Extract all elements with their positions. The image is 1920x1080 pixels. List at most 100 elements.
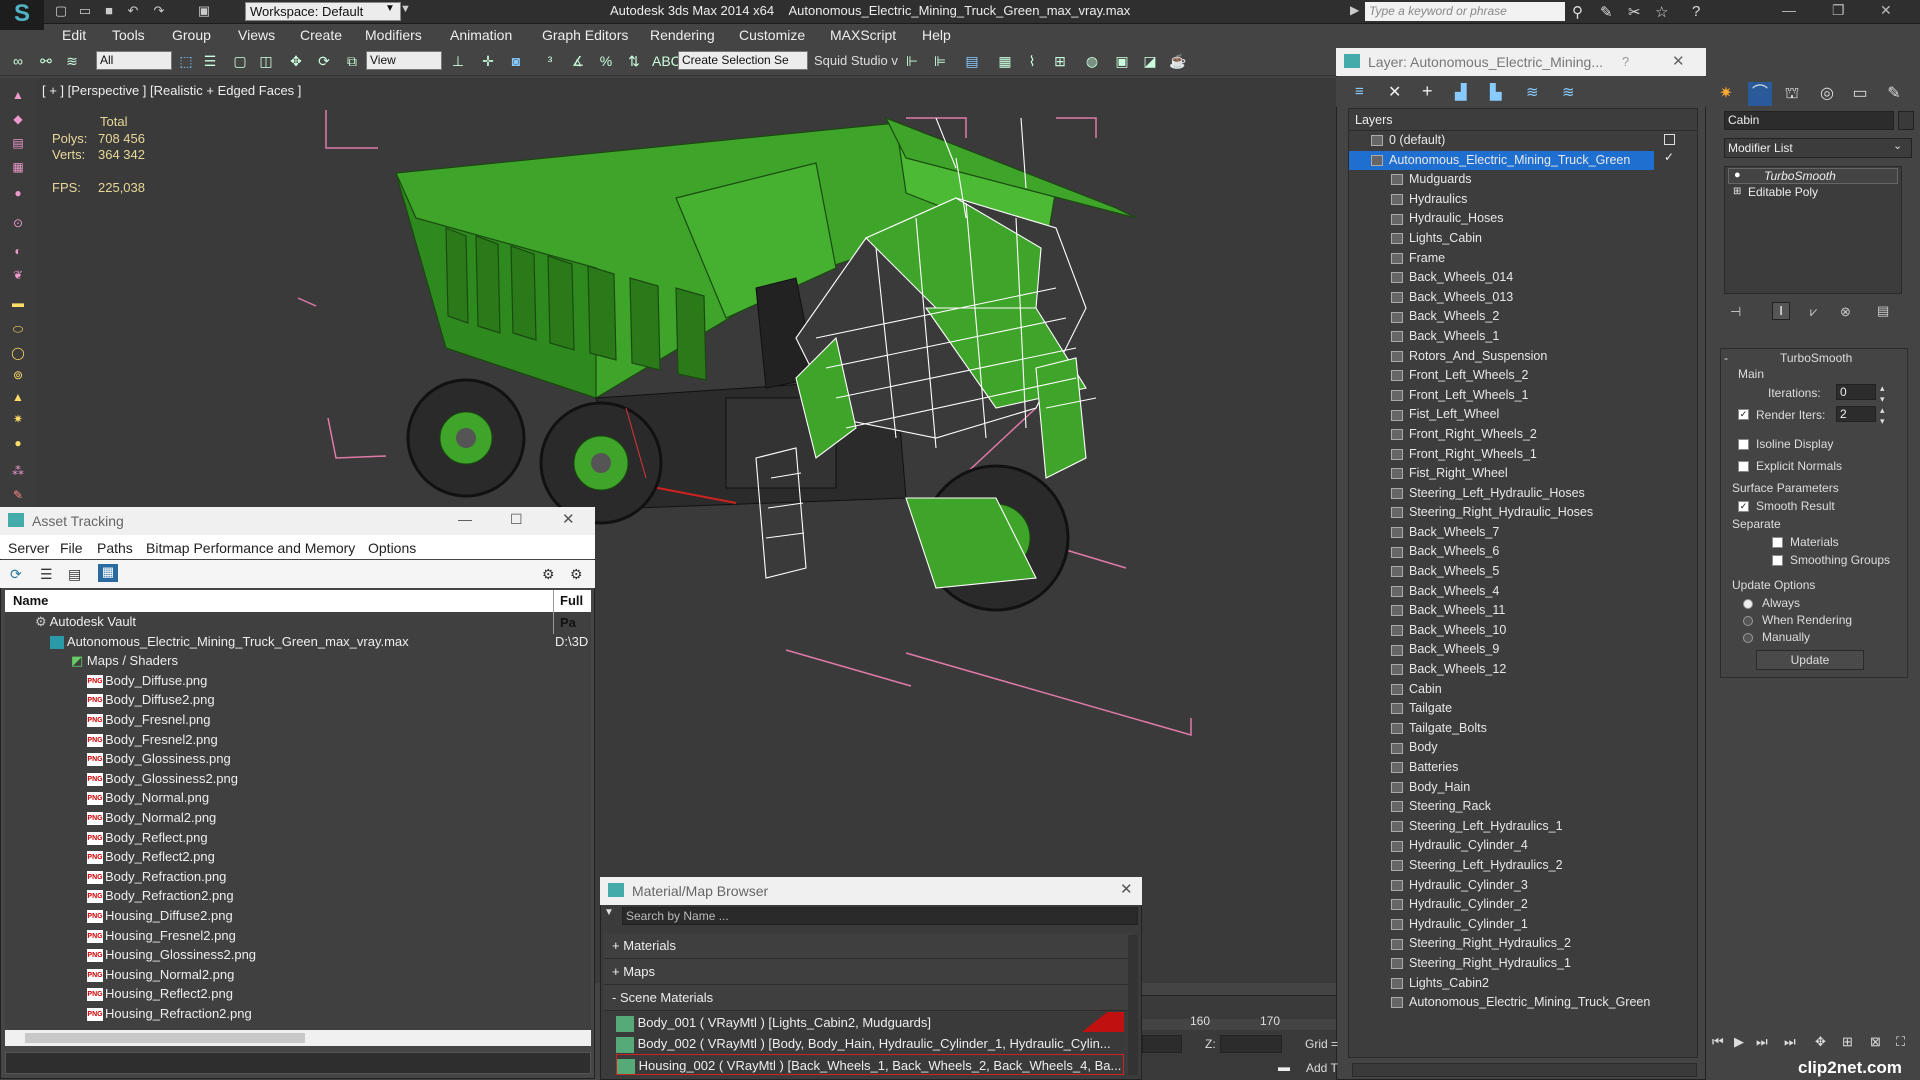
close-icon[interactable]: ✕ — [1120, 880, 1133, 898]
side-tool-icon-6[interactable]: ⊙ — [8, 216, 28, 232]
map-file-row[interactable]: PNG Body_Diffuse.png — [5, 671, 591, 691]
side-tool-icon-11[interactable]: ◯ — [8, 346, 28, 362]
asset-tracking-title[interactable]: Asset Tracking — [0, 507, 595, 535]
window-crossing-icon[interactable]: ◫ — [256, 51, 276, 71]
vault-row[interactable]: ⚙ Autodesk Vault — [5, 612, 591, 632]
scene-material-row-selected[interactable]: Housing_002 ( VRayMtl ) [Back_Wheels_1, … — [616, 1054, 1124, 1075]
menu-animation[interactable]: Animation — [450, 27, 512, 43]
default-layer-current-box[interactable] — [1664, 134, 1675, 145]
stack-label-editable-poly[interactable]: Editable Poly — [1748, 185, 1818, 199]
layer-row[interactable]: Hydraulic_Cylinder_3 — [1349, 876, 1697, 896]
layer-row[interactable]: Fist_Right_Wheel — [1349, 464, 1697, 484]
project-folder-icon[interactable]: ▣ — [195, 2, 213, 20]
side-tool-icon-8[interactable]: ❦ — [8, 268, 28, 284]
menu-rendering[interactable]: Rendering — [650, 27, 715, 43]
motion-tab-icon[interactable]: ◎ — [1815, 82, 1839, 106]
layer-row[interactable]: Body_Hain — [1349, 778, 1697, 798]
material-scrollbar[interactable] — [1128, 935, 1138, 1075]
layer-row[interactable]: Back_Wheels_6 — [1349, 542, 1697, 562]
render-iters-spinner[interactable]: ▴ ▾ — [1880, 405, 1885, 427]
show-end-result-icon[interactable]: I — [1772, 302, 1790, 320]
layer-row[interactable]: Cabin — [1349, 680, 1697, 700]
layer-row[interactable]: Batteries — [1349, 758, 1697, 778]
current-layer-check-icon[interactable]: ✓ — [1664, 150, 1674, 164]
workspace-dropdown[interactable]: Workspace: Default — [245, 2, 401, 21]
remove-modifier-icon[interactable]: ⊗ — [1840, 304, 1851, 320]
layer-row[interactable]: Lights_Cabin2 — [1349, 974, 1697, 994]
timeline-ruler[interactable] — [1142, 995, 1336, 1019]
col-full-path[interactable]: Full Pa — [553, 590, 591, 634]
favorite-icon[interactable]: ☆ — [1655, 3, 1668, 21]
asset-menu-options[interactable]: Options — [368, 540, 416, 556]
lightbulb-icon[interactable]: ● — [1734, 169, 1741, 181]
bind-space-warp-icon[interactable]: ≋ — [62, 51, 82, 71]
pin-stack-icon[interactable]: ⊣ — [1730, 304, 1741, 320]
refresh-icon[interactable]: ⟳ — [10, 566, 22, 583]
menu-group[interactable]: Group — [172, 27, 211, 43]
play-icon[interactable]: ▶ — [1734, 1034, 1744, 1050]
layer-horizontal-scrollbar[interactable] — [1352, 1063, 1697, 1077]
smooth-result-checkbox[interactable]: ✓ — [1738, 499, 1755, 513]
edit-named-selection-icon[interactable]: ABC — [652, 51, 681, 71]
object-color-swatch[interactable] — [1898, 111, 1914, 130]
menu-customize[interactable]: Customize — [739, 27, 805, 43]
manually-radio[interactable] — [1743, 630, 1759, 644]
side-tool-icon-17[interactable]: ✎ — [8, 488, 28, 504]
percent-snap-icon[interactable]: % — [596, 51, 616, 71]
smoothing-groups-checkbox[interactable] — [1772, 553, 1789, 567]
undo-icon[interactable]: ↶ — [124, 2, 142, 20]
map-file-row[interactable]: PNG Housing_Refraction2.png — [5, 1004, 591, 1024]
scene-material-row[interactable]: Body_001 ( VRayMtl ) [Lights_Cabin2, Mud… — [616, 1012, 1124, 1033]
layer-row[interactable]: Back_Wheels_9 — [1349, 640, 1697, 660]
lock-icon[interactable]: ▬ — [1278, 1060, 1290, 1074]
layer-row[interactable]: Steering_Left_Hydraulics_2 — [1349, 856, 1697, 876]
material-editor-icon[interactable]: ◍ — [1082, 51, 1102, 71]
pin-icon[interactable]: ✂ — [1628, 3, 1641, 21]
freeze-all-icon[interactable]: ≋ — [1562, 83, 1575, 101]
layer-row[interactable]: 0 (default) — [1349, 131, 1697, 151]
mirror-icon[interactable]: ⊩ — [902, 51, 922, 71]
layer-row[interactable]: Front_Right_Wheels_1 — [1349, 445, 1697, 465]
create-tab-icon[interactable]: ✷ — [1714, 82, 1738, 106]
maps-folder-row[interactable]: ◩ Maps / Shaders — [5, 651, 591, 671]
squid-studio-label[interactable]: Squid Studio v — [814, 53, 898, 68]
map-file-row[interactable]: PNG Body_Fresnel.png — [5, 710, 591, 730]
layer-row[interactable]: Lights_Cabin — [1349, 229, 1697, 249]
close-icon[interactable]: ✕ — [562, 510, 575, 528]
iterations-input[interactable]: 0 — [1836, 384, 1876, 400]
y-coordinate-field[interactable] — [1142, 1035, 1182, 1053]
map-file-row[interactable]: PNG Body_Fresnel2.png — [5, 730, 591, 750]
asset-menu-paths[interactable]: Paths — [97, 540, 133, 556]
when-rendering-radio[interactable] — [1743, 613, 1759, 627]
utilities-tab-icon[interactable]: ✎ — [1882, 82, 1906, 106]
render-production-icon[interactable]: ☕ — [1168, 51, 1188, 71]
select-in-layer-icon[interactable]: ▟ — [1455, 83, 1467, 101]
side-tool-icon-3[interactable]: ▤ — [8, 136, 28, 152]
field-of-view-icon[interactable]: ⊠ — [1870, 1034, 1881, 1050]
pivot-center-icon[interactable]: ⊥ — [448, 51, 468, 71]
z-coordinate-field[interactable] — [1220, 1035, 1282, 1053]
side-tool-icon-10[interactable]: ⬭ — [8, 322, 28, 338]
menu-modifiers[interactable]: Modifiers — [365, 27, 422, 43]
side-tool-icon-2[interactable]: ◆ — [8, 112, 28, 128]
move-icon[interactable]: ✥ — [286, 51, 306, 71]
viewport-label[interactable]: [ + ] [Perspective ] [Realistic + Edged … — [42, 83, 301, 98]
scene-material-row[interactable]: Body_002 ( VRayMtl ) [Body, Body_Hain, H… — [616, 1033, 1124, 1054]
layer-row[interactable]: Autonomous_Electric_Mining_Truck_Green — [1349, 150, 1654, 171]
expand-plus-icon[interactable]: ⊞ — [1733, 186, 1741, 197]
col-name[interactable]: Name — [13, 593, 48, 608]
menu-graph-editors[interactable]: Graph Editors — [542, 27, 628, 43]
map-file-row[interactable]: PNG Body_Normal.png — [5, 788, 591, 808]
layer-row[interactable]: Hydraulic_Hoses — [1349, 209, 1697, 229]
minimize-icon[interactable]: — — [458, 511, 472, 527]
stack-label-turbosmooth[interactable]: TurboSmooth — [1764, 169, 1836, 183]
scene-materials-group[interactable]: - Scene Materials — [604, 985, 1132, 1011]
map-file-row[interactable]: PNG Body_Reflect.png — [5, 828, 591, 848]
layer-row[interactable]: Tailgate — [1349, 699, 1697, 719]
asset-menu-file[interactable]: File — [60, 540, 83, 556]
named-selection-set-dropdown[interactable]: Create Selection Se — [678, 51, 808, 70]
rollout-title[interactable]: TurboSmooth — [1780, 351, 1852, 365]
highlight-layer-icon[interactable]: ▙ — [1490, 83, 1502, 101]
align-icon[interactable]: ⊫ — [930, 51, 950, 71]
asset-status-field[interactable] — [5, 1052, 591, 1074]
